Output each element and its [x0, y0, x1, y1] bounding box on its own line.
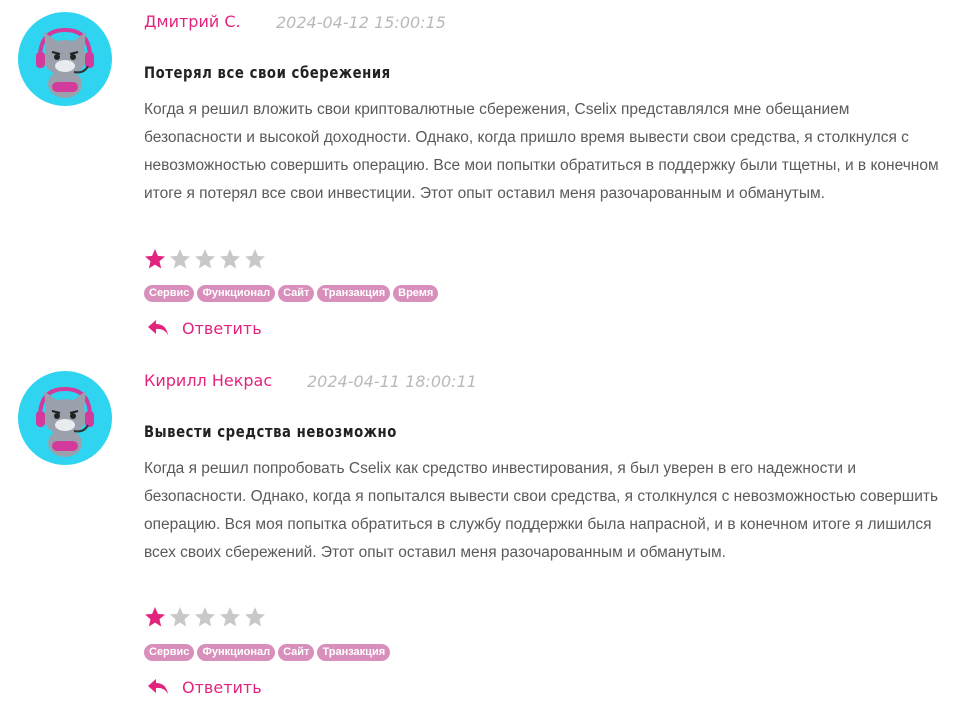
avatar — [18, 371, 112, 465]
star-icon — [145, 607, 165, 627]
review-body: Когда я решил попробовать Cselix как сре… — [144, 460, 939, 561]
tag[interactable]: Сайт — [278, 644, 315, 661]
review-author: Кирилл Некрас — [144, 371, 273, 390]
tag[interactable]: Время — [393, 285, 439, 302]
tag[interactable]: Транзакция — [317, 285, 391, 302]
star-icon — [170, 607, 190, 627]
star-icon — [220, 249, 240, 269]
reply-label: Ответить — [182, 318, 262, 338]
star-icon — [220, 607, 240, 627]
star-icon — [245, 249, 265, 269]
review-date: 2024-04-12 15:00:15 — [276, 13, 446, 32]
tag-list: Сервис Функционал Сайт Транзакция — [144, 644, 391, 661]
star-icon — [145, 249, 165, 269]
star-icon — [170, 249, 190, 269]
star-icon — [245, 607, 265, 627]
review-date: 2024-04-11 18:00:11 — [307, 372, 477, 391]
star-icon — [195, 249, 215, 269]
cat-gamer-avatar-icon — [36, 27, 94, 98]
star-icon — [195, 607, 215, 627]
reply-button[interactable]: Ответить — [146, 318, 262, 338]
reply-button[interactable]: Ответить — [146, 677, 262, 697]
tag[interactable]: Функционал — [197, 644, 276, 661]
tag-list: Сервис Функционал Сайт Транзакция Время — [144, 285, 439, 302]
review-title: Потерял все свои сбережения — [144, 63, 391, 82]
review-title: Вывести средства невозможно — [144, 422, 397, 441]
star-rating — [143, 247, 267, 271]
review-body: Когда я решил вложить свои криптовалютны… — [144, 101, 939, 202]
tag[interactable]: Транзакция — [317, 644, 391, 661]
avatar — [18, 12, 112, 106]
cat-gamer-avatar-icon — [36, 386, 94, 457]
reply-label: Ответить — [182, 677, 262, 697]
tag[interactable]: Сервис — [144, 644, 195, 661]
tag[interactable]: Сервис — [144, 285, 195, 302]
review-author: Дмитрий С. — [144, 12, 241, 31]
tag[interactable]: Функционал — [197, 285, 276, 302]
star-rating — [143, 605, 267, 629]
reply-arrow-icon — [148, 679, 168, 694]
tag[interactable]: Сайт — [278, 285, 315, 302]
reply-arrow-icon — [148, 320, 168, 335]
